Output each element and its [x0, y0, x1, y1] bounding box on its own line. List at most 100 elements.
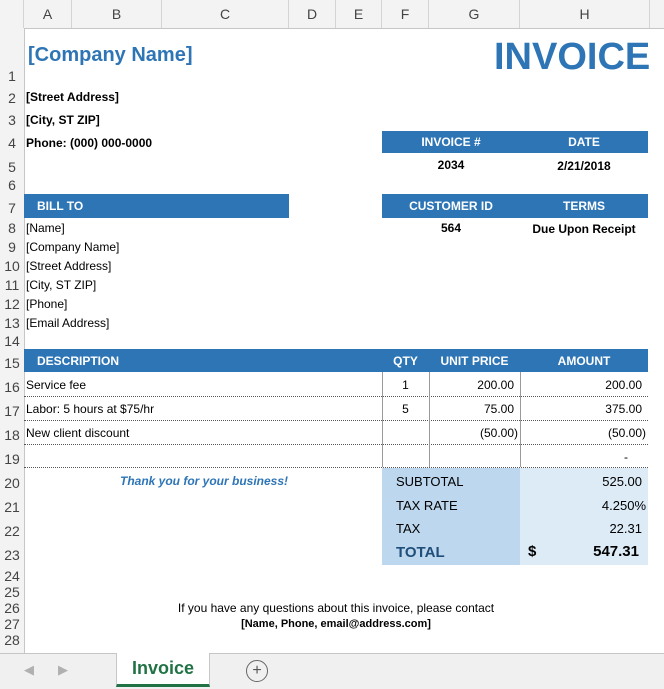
bill-to-label: BILL TO — [37, 199, 84, 213]
row-header[interactable]: 4 — [0, 135, 24, 151]
row-header[interactable]: 14 — [0, 333, 24, 349]
row-header[interactable]: 21 — [0, 499, 24, 515]
sheet-tab-label: Invoice — [131, 658, 195, 678]
column-header-e[interactable]: E — [336, 0, 382, 28]
row-header[interactable]: 24 — [0, 568, 24, 584]
row-header[interactable]: 6 — [0, 177, 24, 193]
row-header[interactable]: 15 — [0, 355, 24, 371]
row-header[interactable]: 19 — [0, 451, 24, 467]
qty-header: QTY — [393, 354, 418, 368]
invoice-number-value[interactable]: 2034 — [382, 158, 520, 172]
invoice-title[interactable]: INVOICE — [494, 36, 650, 79]
subtotal-value[interactable]: 525.00 — [520, 474, 642, 489]
row-header[interactable]: 3 — [0, 112, 24, 128]
bill-to-city[interactable]: [City, ST ZIP] — [26, 278, 96, 292]
item-unit-price[interactable]: (50.00) — [429, 426, 518, 440]
row-header[interactable]: 11 — [0, 277, 24, 293]
row-header[interactable]: 7 — [0, 200, 24, 216]
item-amount[interactable]: 200.00 — [520, 378, 642, 392]
company-name[interactable]: [Company Name] — [28, 44, 192, 67]
row-header[interactable]: 18 — [0, 427, 24, 443]
column-header-b[interactable]: B — [72, 0, 162, 28]
item-qty[interactable]: 5 — [382, 402, 429, 416]
description-header: DESCRIPTION — [37, 354, 120, 368]
row-header[interactable]: 2 — [0, 90, 24, 106]
column-header-h[interactable]: H — [520, 0, 650, 28]
thank-you-message[interactable]: Thank you for your business! — [72, 474, 336, 488]
row-header[interactable]: 10 — [0, 258, 24, 274]
sheet-tab-bar: ◀ ▶ Invoice + — [0, 653, 664, 689]
item-unit-price[interactable]: 200.00 — [429, 378, 514, 392]
footer-contact-details[interactable]: [Name, Phone, email@address.com] — [24, 618, 648, 630]
total-value[interactable]: 547.31 — [540, 543, 639, 560]
items-header: DESCRIPTION QTY UNIT PRICE AMOUNT — [24, 349, 648, 372]
item-qty[interactable]: 1 — [382, 378, 429, 392]
currency-symbol: $ — [528, 543, 537, 560]
customer-id-value[interactable]: 564 — [382, 221, 520, 235]
company-street[interactable]: [Street Address] — [26, 90, 119, 104]
footer-contact-line[interactable]: If you have any questions about this inv… — [24, 601, 648, 615]
customer-meta-header: CUSTOMER ID TERMS — [382, 194, 648, 218]
column-header-bar: A B C D E F G H — [0, 0, 664, 29]
scroll-left-icon[interactable]: ◀ — [24, 662, 34, 678]
row-header[interactable]: 25 — [0, 584, 24, 600]
date-label: DATE — [568, 135, 600, 149]
row-header-bar: 1 2 3 4 5 6 7 8 9 10 11 12 13 14 15 16 1… — [0, 28, 25, 653]
subtotal-label: SUBTOTAL — [396, 474, 464, 489]
row-header[interactable]: 5 — [0, 159, 24, 175]
item-description[interactable]: Service fee — [26, 378, 86, 392]
row-divider — [24, 444, 648, 445]
row-header[interactable]: 17 — [0, 403, 24, 419]
row-header[interactable]: 13 — [0, 315, 24, 331]
add-sheet-icon[interactable]: + — [246, 660, 268, 682]
amount-header: AMOUNT — [557, 354, 611, 368]
bill-to-name[interactable]: [Name] — [26, 221, 65, 235]
scroll-right-icon[interactable]: ▶ — [58, 662, 68, 678]
row-header[interactable]: 1 — [0, 68, 24, 84]
row-header[interactable]: 9 — [0, 239, 24, 255]
select-all-corner[interactable] — [0, 0, 24, 28]
row-header[interactable]: 26 — [0, 600, 24, 616]
terms-value[interactable]: Due Upon Receipt — [520, 222, 648, 236]
bill-to-company[interactable]: [Company Name] — [26, 240, 119, 254]
column-header-a[interactable]: A — [24, 0, 72, 28]
bill-to-header: BILL TO — [24, 194, 289, 218]
terms-label: TERMS — [563, 199, 605, 213]
item-description[interactable]: New client discount — [26, 426, 129, 440]
total-label: TOTAL — [396, 544, 445, 561]
company-phone[interactable]: Phone: (000) 000-0000 — [26, 136, 152, 150]
date-value[interactable]: 2/21/2018 — [520, 159, 648, 173]
row-header[interactable]: 20 — [0, 475, 24, 491]
invoice-number-label: INVOICE # — [421, 135, 481, 149]
item-amount[interactable]: (50.00) — [520, 426, 646, 440]
row-header[interactable]: 23 — [0, 547, 24, 563]
bill-to-email[interactable]: [Email Address] — [26, 316, 109, 330]
invoice-meta-header: INVOICE # DATE — [382, 131, 648, 153]
tax-rate-label: TAX RATE — [396, 498, 458, 513]
sheet-tab-invoice[interactable]: Invoice — [116, 653, 210, 687]
tax-rate-value[interactable]: 4.250% — [520, 498, 646, 513]
row-divider — [24, 420, 648, 421]
tax-value[interactable]: 22.31 — [520, 521, 642, 536]
item-description[interactable]: Labor: 5 hours at $75/hr — [26, 402, 154, 416]
item-amount[interactable]: 375.00 — [520, 402, 642, 416]
column-header-f[interactable]: F — [382, 0, 429, 28]
customer-id-label: CUSTOMER ID — [409, 199, 493, 213]
row-header[interactable]: 22 — [0, 523, 24, 539]
row-header[interactable]: 12 — [0, 296, 24, 312]
row-header[interactable]: 28 — [0, 632, 24, 648]
bill-to-street[interactable]: [Street Address] — [26, 259, 111, 273]
column-header-d[interactable]: D — [289, 0, 336, 28]
item-amount[interactable]: - — [520, 450, 628, 464]
company-city[interactable]: [City, ST ZIP] — [26, 113, 100, 127]
row-header[interactable]: 27 — [0, 616, 24, 632]
row-header[interactable]: 8 — [0, 220, 24, 236]
row-header[interactable]: 16 — [0, 379, 24, 395]
bill-to-phone[interactable]: [Phone] — [26, 297, 67, 311]
tax-label: TAX — [396, 521, 421, 536]
unit-price-header: UNIT PRICE — [440, 354, 509, 368]
column-header-g[interactable]: G — [429, 0, 520, 28]
column-header-c[interactable]: C — [162, 0, 289, 28]
row-divider — [24, 396, 648, 397]
item-unit-price[interactable]: 75.00 — [429, 402, 514, 416]
